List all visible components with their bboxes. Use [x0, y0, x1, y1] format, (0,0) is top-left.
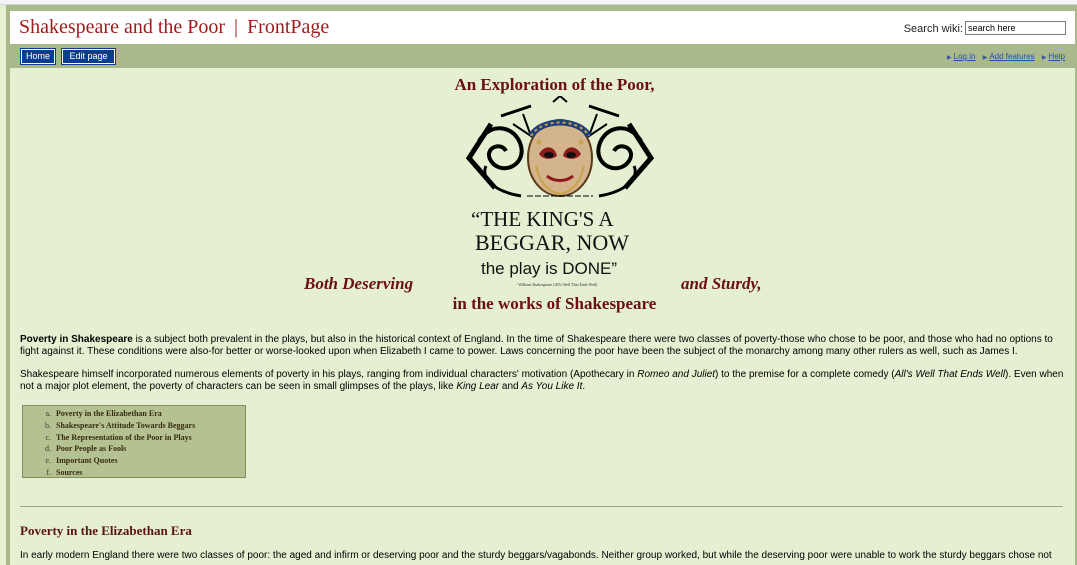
site-title: Shakespeare and the Poor | FrontPage: [19, 16, 329, 39]
intro-text: is a subject both prevalent in the plays…: [20, 334, 1053, 357]
toc-letter: f.: [46, 467, 51, 477]
plays-text-4: and: [499, 381, 522, 392]
add-features-link[interactable]: Add features: [989, 52, 1034, 61]
account-links: ▶ Log in ▶ Add features ▶ Help: [942, 52, 1065, 61]
arrow-right-icon: ▶: [1041, 55, 1047, 61]
plays-text-2: ) to the premise for a complete comedy (: [715, 369, 895, 380]
arrow-right-icon: ▶: [982, 55, 988, 61]
search-label: Search wiki:: [903, 23, 963, 35]
toc-item[interactable]: e. Important Quotes: [23, 455, 245, 467]
title-separator: |: [234, 16, 239, 38]
play-title-romeo: Romeo and Juliet: [637, 369, 716, 380]
play-title-alls-well: All's Well That Ends Well: [894, 369, 1006, 380]
toc-item[interactable]: b. Shakespeare's Attitude Towards Beggars: [23, 420, 245, 432]
play-title-as-you-like-it: As You Like It: [521, 381, 583, 392]
toc-label: Important Quotes: [56, 456, 118, 466]
wiki-header: Shakespeare and the Poor | FrontPage Searc…: [10, 11, 1075, 44]
plays-paragraph: Shakespeare himself incorporated numerou…: [20, 369, 1065, 393]
toc-item[interactable]: f. Sources: [23, 467, 245, 479]
toc-item[interactable]: d. Poor People as Fools: [23, 443, 245, 455]
toc-letter: c.: [45, 432, 51, 442]
intro-paragraph: Poverty in Shakespeare is a subject both…: [20, 334, 1065, 358]
toc-letter: b.: [45, 420, 51, 430]
nav-bar: Home Edit page ▶ Log in ▶ Add features ▶ He…: [10, 44, 1075, 68]
heading-exploration: An Exploration of the Poor,: [454, 75, 655, 94]
quote-attribution: - William Shakespeare (All's Well That E…: [516, 282, 598, 287]
plays-text-5: .: [582, 381, 586, 392]
intro-lead: Poverty in Shakespeare: [20, 334, 133, 345]
heading-deserving: Both Deserving: [304, 274, 414, 293]
section-divider: [20, 506, 1063, 507]
toc-letter: a.: [45, 409, 51, 418]
quote-line-1: “THE KING'S A: [471, 207, 614, 231]
site-name-link[interactable]: Shakespeare and the Poor: [19, 16, 225, 38]
search-input[interactable]: [965, 21, 1066, 35]
toc-item[interactable]: c. The Representation of the Poor in Play…: [23, 432, 245, 444]
toc-item[interactable]: a. Poverty in the Elizabethan Era: [23, 408, 245, 420]
page-name: FrontPage: [247, 16, 330, 38]
toc-label: Poverty in the Elizabethan Era: [56, 409, 162, 418]
heading-works: in the works of Shakespeare: [452, 294, 657, 313]
toc-label: Poor People as Fools: [56, 444, 127, 454]
heading-sturdy: and Sturdy,: [681, 274, 762, 293]
toc-label: Shakespeare's Attitude Towards Beggars: [56, 420, 196, 430]
arrow-right-icon: ▶: [947, 55, 952, 61]
help-link[interactable]: Help: [1049, 52, 1065, 61]
jester-mask-quote-image: “THE KING'S A BEGGAR, NOW the play is DO…: [465, 96, 655, 287]
toc-label: The Representation of the Poor in Plays: [56, 432, 192, 442]
toc-label: Sources: [56, 467, 83, 477]
play-title-king-lear: King Lear: [456, 381, 500, 392]
quote-line-2: BEGGAR, NOW: [475, 230, 629, 255]
toc-letter: d.: [45, 444, 51, 454]
section-heading-elizabethan: Poverty in the Elizabethan Era: [20, 523, 192, 538]
elizabethan-paragraph: In early modern England there were two c…: [20, 550, 1052, 561]
plays-text-1: Shakespeare himself incorporated numerou…: [20, 369, 638, 380]
quote-line-3: the play is DONE”: [481, 259, 617, 278]
edit-page-button[interactable]: Edit page: [61, 48, 116, 65]
page-content: An Exploration of the Poor, “THE KING'S …: [10, 68, 1075, 565]
home-button[interactable]: Home: [20, 48, 56, 65]
toc-letter: e.: [45, 456, 51, 466]
log-in-link[interactable]: Log in: [954, 52, 976, 61]
table-of-contents: a. Poverty in the Elizabethan Era b. Shake…: [22, 405, 246, 478]
